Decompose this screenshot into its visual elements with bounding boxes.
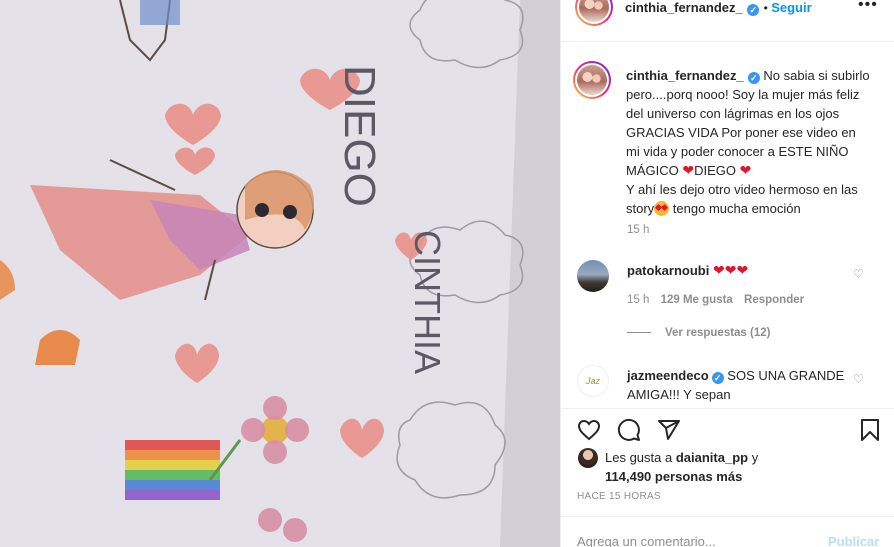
drawing-text-cinthia: CINTHIA [407, 230, 448, 374]
comment-username[interactable]: jazmeendeco [627, 368, 709, 383]
drawing-illustration: DIEGO CINTHIA [0, 0, 560, 547]
commenter-avatar-logo[interactable]: Jaz [577, 365, 609, 397]
follow-button[interactable]: Seguir [771, 0, 811, 15]
header-user-row: cinthia_fernandez_ ✓ • Seguir [625, 0, 812, 17]
heart-emoji-icon: ❤ [724, 262, 737, 278]
verified-icon: ✓ [747, 72, 760, 84]
more-icon[interactable]: ••• [858, 0, 878, 14]
likes-summary: Les gusta a daianita_pp y 114,490 person… [605, 448, 758, 486]
likes-prefix: Les gusta a [605, 450, 673, 465]
comment-input[interactable]: Agrega un comentario... [577, 534, 716, 547]
comment-icon[interactable] [617, 418, 641, 442]
comment-like-icon[interactable]: ♡ [853, 372, 864, 386]
heart-emoji-icon: ❤ [736, 262, 749, 278]
comment-row: patokarnoubi ❤❤❤ [627, 262, 748, 279]
heart-icon[interactable] [577, 418, 601, 442]
drawing-text-diego: DIEGO [335, 65, 384, 207]
comment-like-icon[interactable]: ♡ [853, 267, 864, 281]
comment-time[interactable]: 15 h [627, 294, 649, 306]
heart-eyes-emoji-icon [654, 201, 670, 216]
share-icon[interactable] [657, 418, 681, 442]
verified-icon: ✓ [747, 4, 760, 16]
commenter-avatar[interactable] [577, 260, 609, 292]
post-timestamp[interactable]: HACE 15 HORAS [577, 491, 661, 502]
likes-connector: y [751, 450, 759, 465]
publish-button[interactable]: Publicar [828, 534, 879, 547]
caption-avatar[interactable] [573, 61, 611, 99]
reply-button[interactable]: Responder [744, 294, 804, 306]
heart-emoji-icon: ❤ [739, 162, 752, 178]
liker-avatar[interactable] [578, 448, 598, 468]
likes-user[interactable]: daianita_pp [676, 450, 748, 465]
comment-meta: 15 h 129 Me gusta Responder [627, 294, 804, 306]
likes-count[interactable]: 114,490 personas más [605, 469, 742, 484]
caption-text-4: tengo mucha emoción [672, 201, 801, 216]
comment-likes[interactable]: 129 Me gusta [661, 294, 733, 306]
view-replies-label[interactable]: Ver respuestas (12) [665, 327, 770, 339]
caption-text-2: DIEGO [694, 163, 736, 178]
comment-row: jazmeendeco ✓ SOS UNA GRANDE AMIGA!!! Y s… [627, 366, 847, 404]
post-photo[interactable]: DIEGO CINTHIA [0, 0, 560, 547]
post-caption: cinthia_fernandez_ ✓ No sabia si subirlo … [626, 66, 871, 218]
replies-line [627, 332, 651, 334]
header-username[interactable]: cinthia_fernandez_ [625, 0, 743, 15]
heart-emoji-icon: ❤ [712, 262, 725, 278]
verified-icon: ✓ [711, 372, 724, 384]
caption-username[interactable]: cinthia_fernandez_ [626, 68, 744, 83]
bookmark-icon[interactable] [858, 418, 882, 442]
caption-time[interactable]: 15 h [627, 224, 649, 236]
heart-emoji-icon: ❤ [682, 162, 695, 178]
view-replies[interactable]: Ver respuestas (12) [627, 327, 770, 339]
comment-username[interactable]: patokarnoubi [627, 263, 709, 278]
